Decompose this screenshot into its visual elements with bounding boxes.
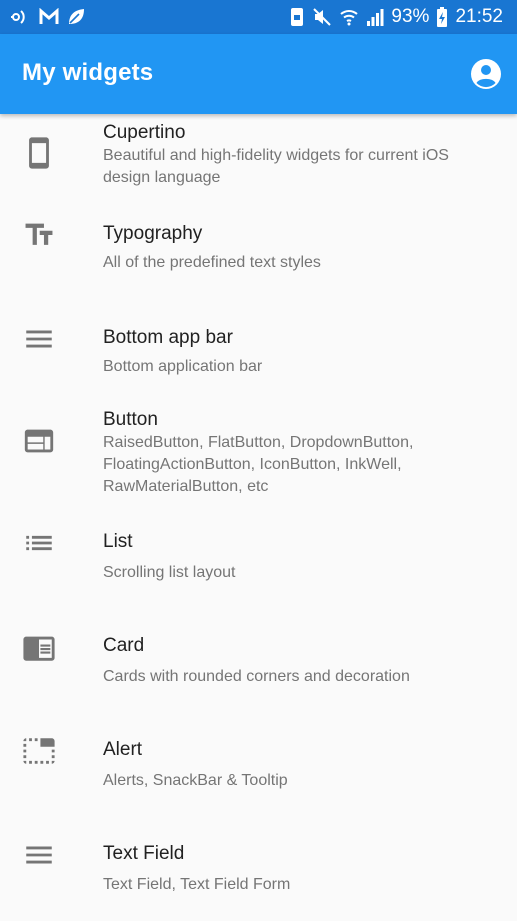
battery-percent: 93% — [391, 6, 430, 27]
list-item-button[interactable]: Button RaisedButton, FlatButton, Dropdow… — [0, 400, 517, 522]
battery-charging-icon — [437, 7, 448, 27]
account-button[interactable] — [470, 58, 502, 90]
item-title: List — [103, 531, 133, 552]
list-item-typography[interactable]: Typography All of the predefined text st… — [0, 214, 517, 318]
smartphone-icon — [29, 137, 49, 169]
list-item-cupertino[interactable]: Cupertino Beautiful and high-fidelity wi… — [0, 114, 517, 214]
item-title: Bottom app bar — [103, 327, 233, 348]
app-bar: My widgets — [0, 34, 517, 114]
menu-icon — [26, 330, 52, 348]
list-item-card[interactable]: Card Cards with rounded corners and deco… — [0, 626, 517, 730]
tab-unselected-icon — [23, 738, 55, 764]
item-title: Text Field — [103, 843, 185, 864]
short-text-icon — [26, 846, 52, 864]
list-item-alert[interactable]: Alert Alerts, SnackBar & Tooltip — [0, 730, 517, 834]
status-bar: 93% 21:52 — [0, 0, 517, 34]
wifi-icon — [340, 10, 359, 26]
clock: 21:52 — [455, 6, 503, 27]
item-subtitle: All of the predefined text styles — [103, 254, 321, 271]
page-title: My widgets — [22, 59, 154, 86]
item-title: Alert — [103, 739, 143, 760]
list-icon — [26, 535, 52, 551]
item-title: Typography — [103, 223, 203, 244]
item-subtitle: Beautiful and high-fidelity widgets for … — [103, 147, 449, 186]
leaf-icon — [69, 9, 84, 24]
web-icon — [24, 429, 54, 453]
widget-list: Cupertino Beautiful and high-fidelity wi… — [0, 114, 517, 921]
status-bar-notifications — [10, 7, 86, 27]
vibrate-icon — [291, 8, 304, 26]
item-subtitle: Bottom application bar — [103, 358, 263, 375]
list-item-text-field[interactable]: Text Field Text Field, Text Field Form — [0, 834, 517, 921]
item-title: Card — [103, 635, 145, 656]
account-circle-icon — [471, 59, 501, 89]
item-subtitle: Scrolling list layout — [103, 564, 236, 581]
item-subtitle: Alerts, SnackBar & Tooltip — [103, 772, 288, 789]
item-title: Button — [103, 409, 158, 430]
text-fields-icon — [25, 223, 53, 245]
item-title: Cupertino — [103, 122, 186, 143]
list-item-list[interactable]: List Scrolling list layout — [0, 522, 517, 626]
status-bar-system: 93% 21:52 — [289, 6, 503, 28]
item-subtitle: Text Field, Text Field Form — [103, 876, 291, 893]
signal-icon — [367, 9, 384, 26]
hotspot-icon — [11, 10, 25, 24]
chrome-reader-mode-icon — [23, 636, 55, 661]
mute-icon — [313, 8, 332, 26]
item-subtitle: RaisedButton, FlatButton, DropdownButton… — [103, 434, 414, 495]
item-subtitle: Cards with rounded corners and decoratio… — [103, 668, 410, 685]
gmail-icon — [39, 8, 59, 24]
